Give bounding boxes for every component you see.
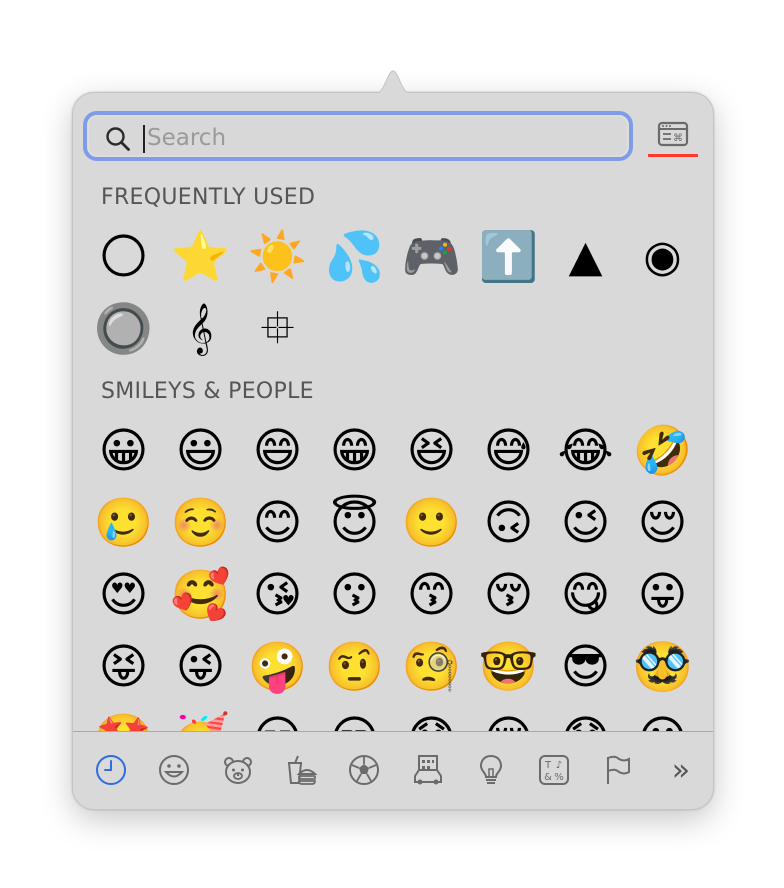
- emoji-cell[interactable]: 😆: [393, 415, 470, 487]
- category-more[interactable]: »: [661, 750, 701, 790]
- smiley-icon: [159, 755, 190, 785]
- emoji-cell[interactable]: 😊: [239, 487, 316, 559]
- emoji-cell[interactable]: 🎮: [393, 221, 470, 293]
- emoji-cell[interactable]: 😇: [316, 487, 393, 559]
- category-food-drink[interactable]: [281, 750, 321, 790]
- emoji-cell[interactable]: 🥸: [624, 631, 701, 703]
- category-divider: [73, 731, 713, 732]
- emoji-cell[interactable]: ⯐: [239, 293, 316, 365]
- emoji-cell[interactable]: 😘: [239, 559, 316, 631]
- emoji-cell[interactable]: 💦: [316, 221, 393, 293]
- emoji-cell[interactable]: 🤩: [85, 703, 162, 731]
- emoji-cell[interactable]: 🤓: [470, 631, 547, 703]
- emoji-cell[interactable]: ▲: [547, 221, 624, 293]
- emoji-cell[interactable]: 😂: [547, 415, 624, 487]
- emoji-cell[interactable]: 😎: [547, 631, 624, 703]
- emoji-cell[interactable]: 😞: [393, 703, 470, 731]
- search-icon: [106, 127, 130, 151]
- svg-text:♪: ♪: [556, 760, 562, 771]
- emoji-cell[interactable]: 🤣: [624, 415, 701, 487]
- category-bar: T ♪ & % »: [91, 747, 701, 793]
- emoji-cell[interactable]: 🔘: [85, 293, 162, 365]
- soccer-ball-icon: [349, 755, 380, 785]
- search-input[interactable]: [147, 121, 607, 155]
- emoji-cell[interactable]: 😅: [470, 415, 547, 487]
- search-field[interactable]: [83, 111, 633, 161]
- emoji-cell[interactable]: 😄: [239, 415, 316, 487]
- category-flags[interactable]: [598, 750, 638, 790]
- emoji-cell[interactable]: 🥲: [85, 487, 162, 559]
- emoji-cell[interactable]: 🙂: [393, 487, 470, 559]
- emoji-cell[interactable]: 😗: [316, 559, 393, 631]
- food-icon: [287, 755, 318, 785]
- car-building-icon: [413, 755, 442, 785]
- search-field-inner: [89, 117, 627, 155]
- emoji-cell[interactable]: 🤪: [239, 631, 316, 703]
- category-animals-nature[interactable]: [218, 750, 258, 790]
- frequently-used-grid: 🌕 ⭐ ☀️ 💦 🎮 ⬆️ ▲ ◉ 🔘 𝄞 ⯐: [85, 221, 701, 365]
- emoji-cell[interactable]: 😁: [316, 415, 393, 487]
- emoji-picker-popover: ⌘ FREQUENTLY USED 🌕⭐☀️💦🎮⬆️▲◉ 🔘𝄞⯐ SMILEYS …: [72, 70, 714, 810]
- emoji-cell[interactable]: 😀: [85, 415, 162, 487]
- emoji-cell[interactable]: 🙃: [470, 487, 547, 559]
- category-activity[interactable]: [344, 750, 384, 790]
- emoji-cell[interactable]: 😜: [162, 631, 239, 703]
- svg-text:&: &: [544, 772, 552, 783]
- emoji-cell[interactable]: 😋: [547, 559, 624, 631]
- emoji-cell[interactable]: 🥳: [162, 703, 239, 731]
- text-caret: [143, 125, 145, 153]
- emoji-cell[interactable]: ☀️: [239, 221, 316, 293]
- section-title-smileys-people: SMILEYS & PEOPLE: [101, 379, 314, 404]
- emoji-cell[interactable]: 😙: [393, 559, 470, 631]
- emoji-scroll-area[interactable]: FREQUENTLY USED 🌕 ⭐ ☀️ 💦 🎮 ⬆️ ▲ ◉ 🔘 𝄞 ⯐ SMILEYS & …: [73, 173, 713, 731]
- svg-text:%: %: [555, 772, 565, 783]
- emoji-cell[interactable]: 🌕: [85, 221, 162, 293]
- character-viewer-icon[interactable]: ⌘: [649, 115, 697, 159]
- category-symbols[interactable]: T ♪ & %: [534, 750, 574, 790]
- popover-arrow: [373, 70, 413, 95]
- category-recent[interactable]: [91, 750, 131, 790]
- emoji-cell[interactable]: 🤨: [316, 631, 393, 703]
- emoji-cell[interactable]: 😍: [85, 559, 162, 631]
- svg-text:T: T: [544, 760, 552, 771]
- emoji-cell[interactable]: ◉: [624, 221, 701, 293]
- smileys-people-grid: 😀😃😄😁😆😅😂🤣 🥲☺️😊😇🙂🙃😉😌 😍🥰😘😗😙😚😋😛 😝😜🤪🤨🧐🤓😎🥸 🤩🥳😏😒😞😔😟…: [85, 415, 701, 731]
- section-title-frequently-used: FREQUENTLY USED: [101, 185, 316, 210]
- lightbulb-icon: [479, 754, 502, 784]
- emoji-cell[interactable]: 😒: [316, 703, 393, 731]
- category-travel-places[interactable]: [408, 750, 448, 790]
- emoji-cell[interactable]: 😕: [624, 703, 701, 731]
- emoji-cell[interactable]: ⬆️: [470, 221, 547, 293]
- emoji-cell[interactable]: 😉: [547, 487, 624, 559]
- category-smileys-people[interactable]: [154, 750, 194, 790]
- emoji-cell[interactable]: 😝: [85, 631, 162, 703]
- chevron-double-right-icon: »: [671, 752, 691, 788]
- category-objects[interactable]: [471, 750, 511, 790]
- emoji-cell[interactable]: ☺️: [162, 487, 239, 559]
- emoji-cell[interactable]: 😟: [547, 703, 624, 731]
- emoji-cell[interactable]: 🥰: [162, 559, 239, 631]
- flag-icon: [606, 755, 630, 784]
- emoji-cell[interactable]: 😛: [624, 559, 701, 631]
- emoji-cell[interactable]: 😃: [162, 415, 239, 487]
- emoji-cell[interactable]: 😌: [624, 487, 701, 559]
- emoji-cell[interactable]: 🧐: [393, 631, 470, 703]
- clock-icon: [96, 755, 126, 785]
- viewer-button-underline: [648, 154, 698, 157]
- emoji-cell[interactable]: ⭐: [162, 221, 239, 293]
- emoji-cell[interactable]: 😚: [470, 559, 547, 631]
- emoji-cell[interactable]: 𝄞: [162, 293, 239, 365]
- svg-text:⌘: ⌘: [673, 133, 683, 144]
- emoji-cell[interactable]: 😔: [470, 703, 547, 731]
- emoji-cell[interactable]: 😏: [239, 703, 316, 731]
- bear-icon: [223, 757, 252, 784]
- symbols-icon: T ♪ & %: [539, 755, 570, 785]
